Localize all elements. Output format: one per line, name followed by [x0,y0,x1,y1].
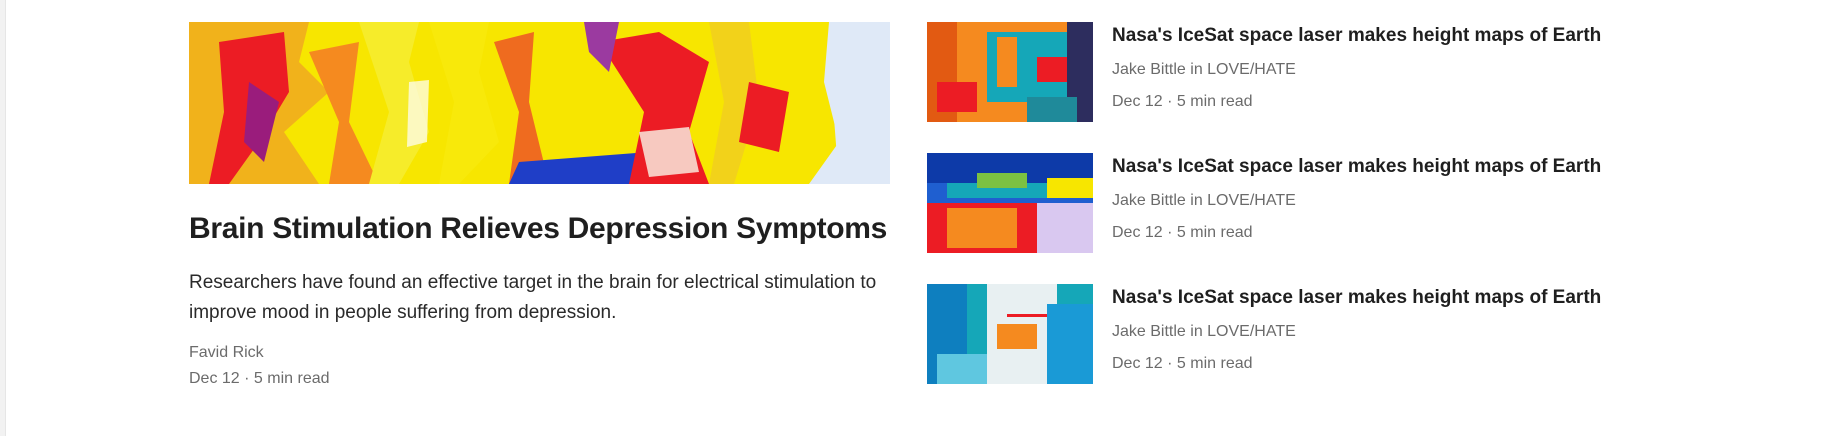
featured-article-excerpt: Researchers have found an effective targ… [189,272,877,323]
side-article-thumbnail[interactable] [927,284,1093,384]
side-article-list: Nasa's IceSat space laser makes height m… [927,22,1807,415]
side-article[interactable]: Nasa's IceSat space laser makes height m… [927,153,1807,253]
side-article-author[interactable]: Jake Bittle in LOVE/HATE [1112,59,1601,81]
side-article-title[interactable]: Nasa's IceSat space laser makes height m… [1112,154,1601,180]
side-article-author[interactable]: Jake Bittle in LOVE/HATE [1112,321,1601,343]
side-article-thumbnail[interactable] [927,153,1093,253]
side-article-meta: Dec 12 · 5 min read [1112,224,1253,241]
side-article-title[interactable]: Nasa's IceSat space laser makes height m… [1112,285,1601,311]
page-left-edge [0,0,6,436]
featured-article-author[interactable]: Favid Rick [189,342,890,364]
side-article-meta: Dec 12 · 5 min read [1112,93,1253,110]
featured-article-image[interactable] [189,22,890,184]
side-article-meta: Dec 12 · 5 min read [1112,355,1253,372]
side-article-title[interactable]: Nasa's IceSat space laser makes height m… [1112,23,1601,49]
abstract-paint-image [927,153,1093,253]
side-article-thumbnail[interactable] [927,22,1093,122]
side-article[interactable]: Nasa's IceSat space laser makes height m… [927,22,1807,122]
abstract-paint-image [189,22,890,184]
featured-article-title[interactable]: Brain Stimulation Relieves Depression Sy… [189,210,890,248]
abstract-paint-image [927,284,1093,384]
side-article[interactable]: Nasa's IceSat space laser makes height m… [927,284,1807,384]
side-article-author[interactable]: Jake Bittle in LOVE/HATE [1112,190,1601,212]
abstract-paint-image [927,22,1093,122]
featured-article-meta: Dec 12 · 5 min read [189,370,330,387]
featured-article[interactable]: Brain Stimulation Relieves Depression Sy… [189,22,890,390]
